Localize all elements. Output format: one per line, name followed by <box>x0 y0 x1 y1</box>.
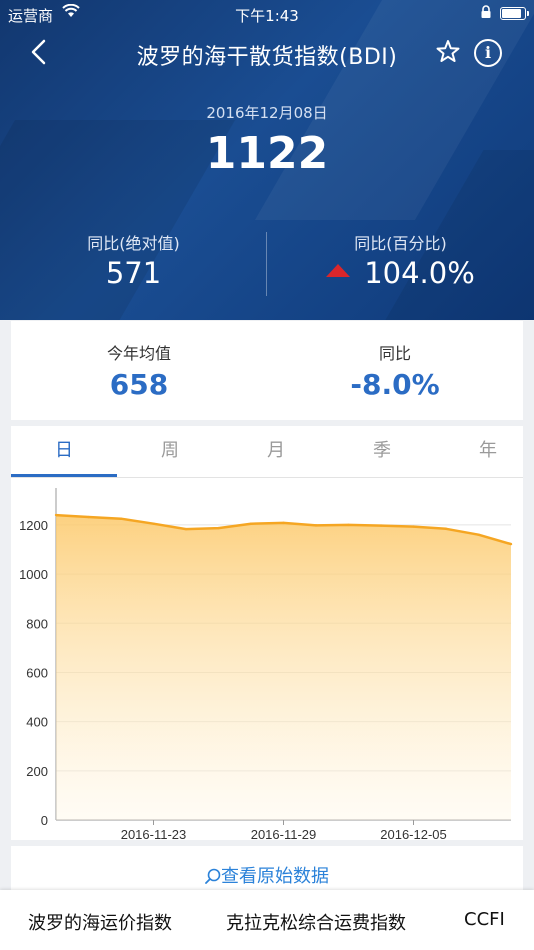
battery-level <box>502 9 521 18</box>
y-tick-label: 800 <box>26 616 48 631</box>
yoy-abs-label: 同比(绝对值) <box>87 234 180 253</box>
year-summary-card: 今年均值 658 同比 -8.0% <box>11 321 523 420</box>
yoy-pct-label: 同比(百分比) <box>354 234 447 253</box>
year-avg-label: 今年均值 <box>106 344 171 363</box>
y-tick-label: 200 <box>26 764 48 779</box>
data-point <box>509 542 513 546</box>
data-point <box>314 524 318 527</box>
tab-quarter[interactable]: 季 <box>329 426 435 476</box>
yoy-abs-value: 571 <box>105 256 162 290</box>
nav-bar: 波罗的海干散货指数(BDI) i <box>0 30 534 76</box>
data-point <box>347 523 350 527</box>
tab-day[interactable]: 日 <box>11 426 117 476</box>
year-yoy-value: -8.0% <box>350 368 440 401</box>
data-point <box>87 515 90 519</box>
chart-card: 日 周 月 季 年 0 200 400 600 800 1000 1200 2016-11-2… <box>11 426 523 840</box>
up-arrow-icon <box>326 264 351 277</box>
period-tabs: 日 周 月 季 年 <box>11 426 523 478</box>
raw-data-link-label: 查看原始数据 <box>221 866 329 887</box>
data-point <box>119 517 123 520</box>
bottom-nav-bdi[interactable]: 波罗的海运价指数 <box>28 909 172 935</box>
raw-data-link[interactable]: 查看原始数据 <box>11 846 523 890</box>
info-icon[interactable]: i <box>474 39 502 67</box>
index-value: 1122 <box>205 128 329 179</box>
tab-month[interactable]: 月 <box>223 426 329 476</box>
year-avg-value: 658 <box>109 368 169 401</box>
status-bar: 运营商 下午1:43 <box>0 0 534 28</box>
area-fill <box>56 515 511 820</box>
data-point <box>379 524 383 527</box>
data-point <box>444 527 448 531</box>
data-point <box>477 533 480 536</box>
bottom-nav-ccfi[interactable]: CCFI <box>464 909 505 930</box>
active-tab-indicator <box>11 474 117 477</box>
rotation-lock-icon <box>481 5 491 18</box>
data-point <box>217 526 220 530</box>
tab-week[interactable]: 周 <box>117 426 223 476</box>
data-point <box>184 527 188 531</box>
y-tick-label: 1000 <box>19 567 48 582</box>
search-icon <box>205 868 221 884</box>
year-yoy-label: 同比 <box>378 344 411 363</box>
data-point <box>152 522 155 525</box>
raw-data-link-content: 查看原始数据 <box>205 862 329 888</box>
yoy-pct-row: 104.0% <box>267 256 534 290</box>
favorite-star-icon[interactable] <box>434 38 462 66</box>
y-tick-label: 1200 <box>19 518 48 533</box>
tab-year[interactable]: 年 <box>435 426 534 476</box>
yoy-pct-value: 104.0% <box>364 256 475 290</box>
data-point <box>412 525 415 528</box>
y-tick-label: 600 <box>26 665 48 680</box>
y-tick-label: 0 <box>41 813 48 828</box>
index-date: 2016年12月08日 <box>206 104 328 122</box>
x-tick-label: 2016-11-29 <box>251 827 317 840</box>
x-tick-label: 2016-11-23 <box>121 827 187 840</box>
battery-icon <box>500 7 529 20</box>
y-tick-label: 400 <box>26 715 48 730</box>
bottom-nav-clarksons[interactable]: 克拉克松综合运费指数 <box>226 909 406 935</box>
data-point <box>54 513 58 517</box>
data-point <box>249 522 253 525</box>
data-point <box>282 521 285 525</box>
bottom-nav: 波罗的海运价指数 克拉克松综合运费指数 CCFI <box>0 890 534 950</box>
bdi-area-chart: 0 200 400 600 800 1000 1200 2016-11-23 2016-11-2… <box>19 488 513 840</box>
index-header: 运营商 下午1:43 波罗的海干散货指数(BDI) i 2016年12月08日 … <box>0 0 534 320</box>
clock: 下午1:43 <box>235 7 299 25</box>
x-tick-label: 2016-12-05 <box>380 827 447 840</box>
